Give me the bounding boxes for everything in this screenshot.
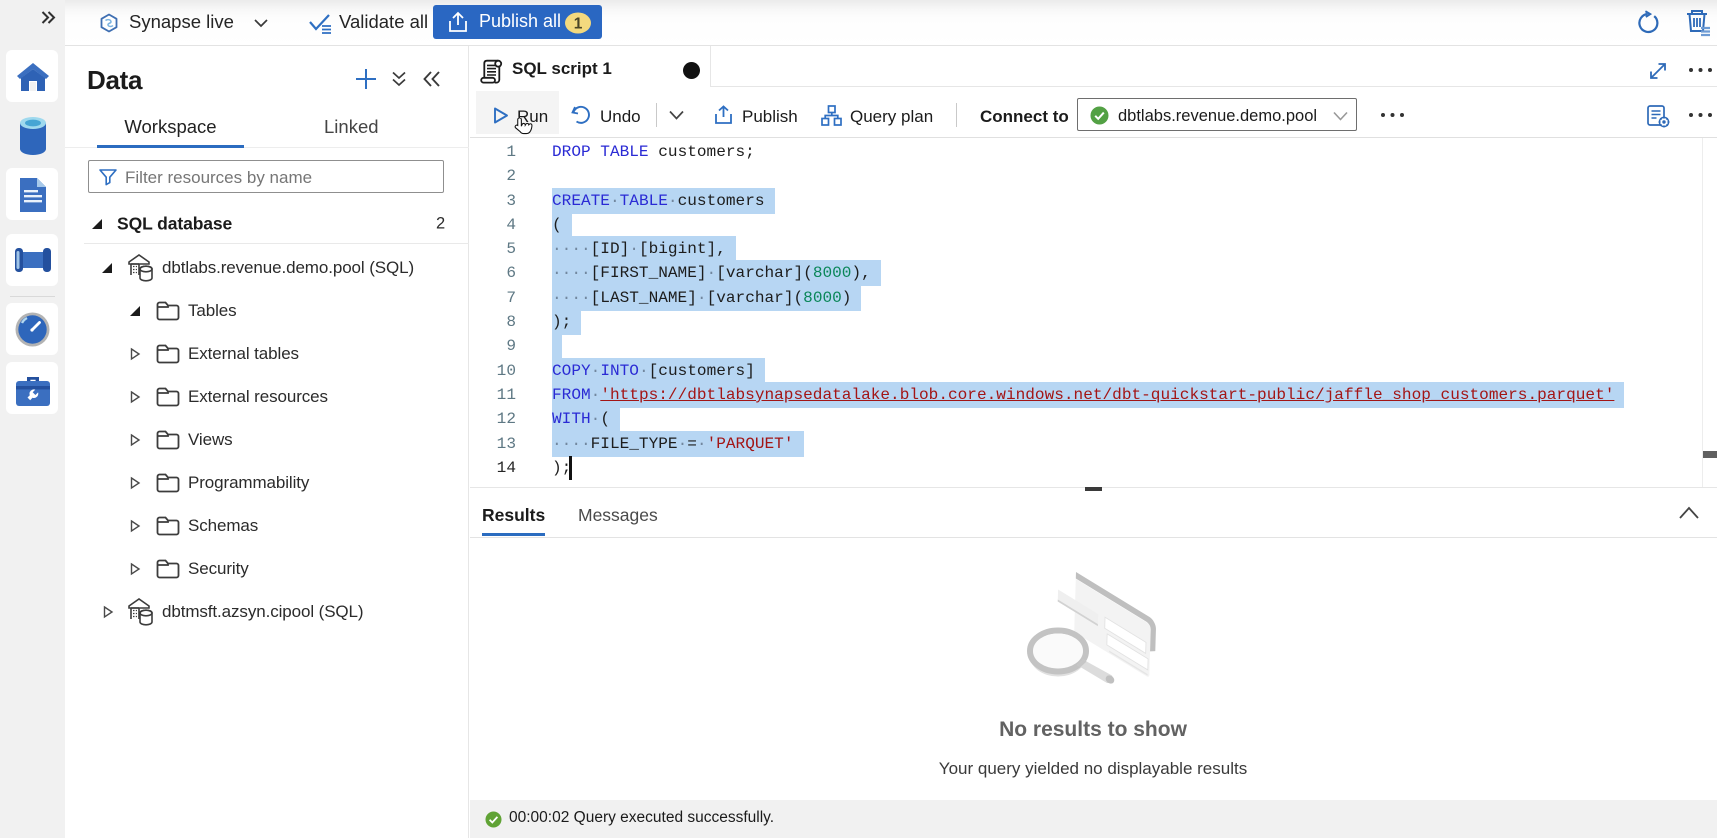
svg-text:1: 1 bbox=[574, 16, 583, 33]
